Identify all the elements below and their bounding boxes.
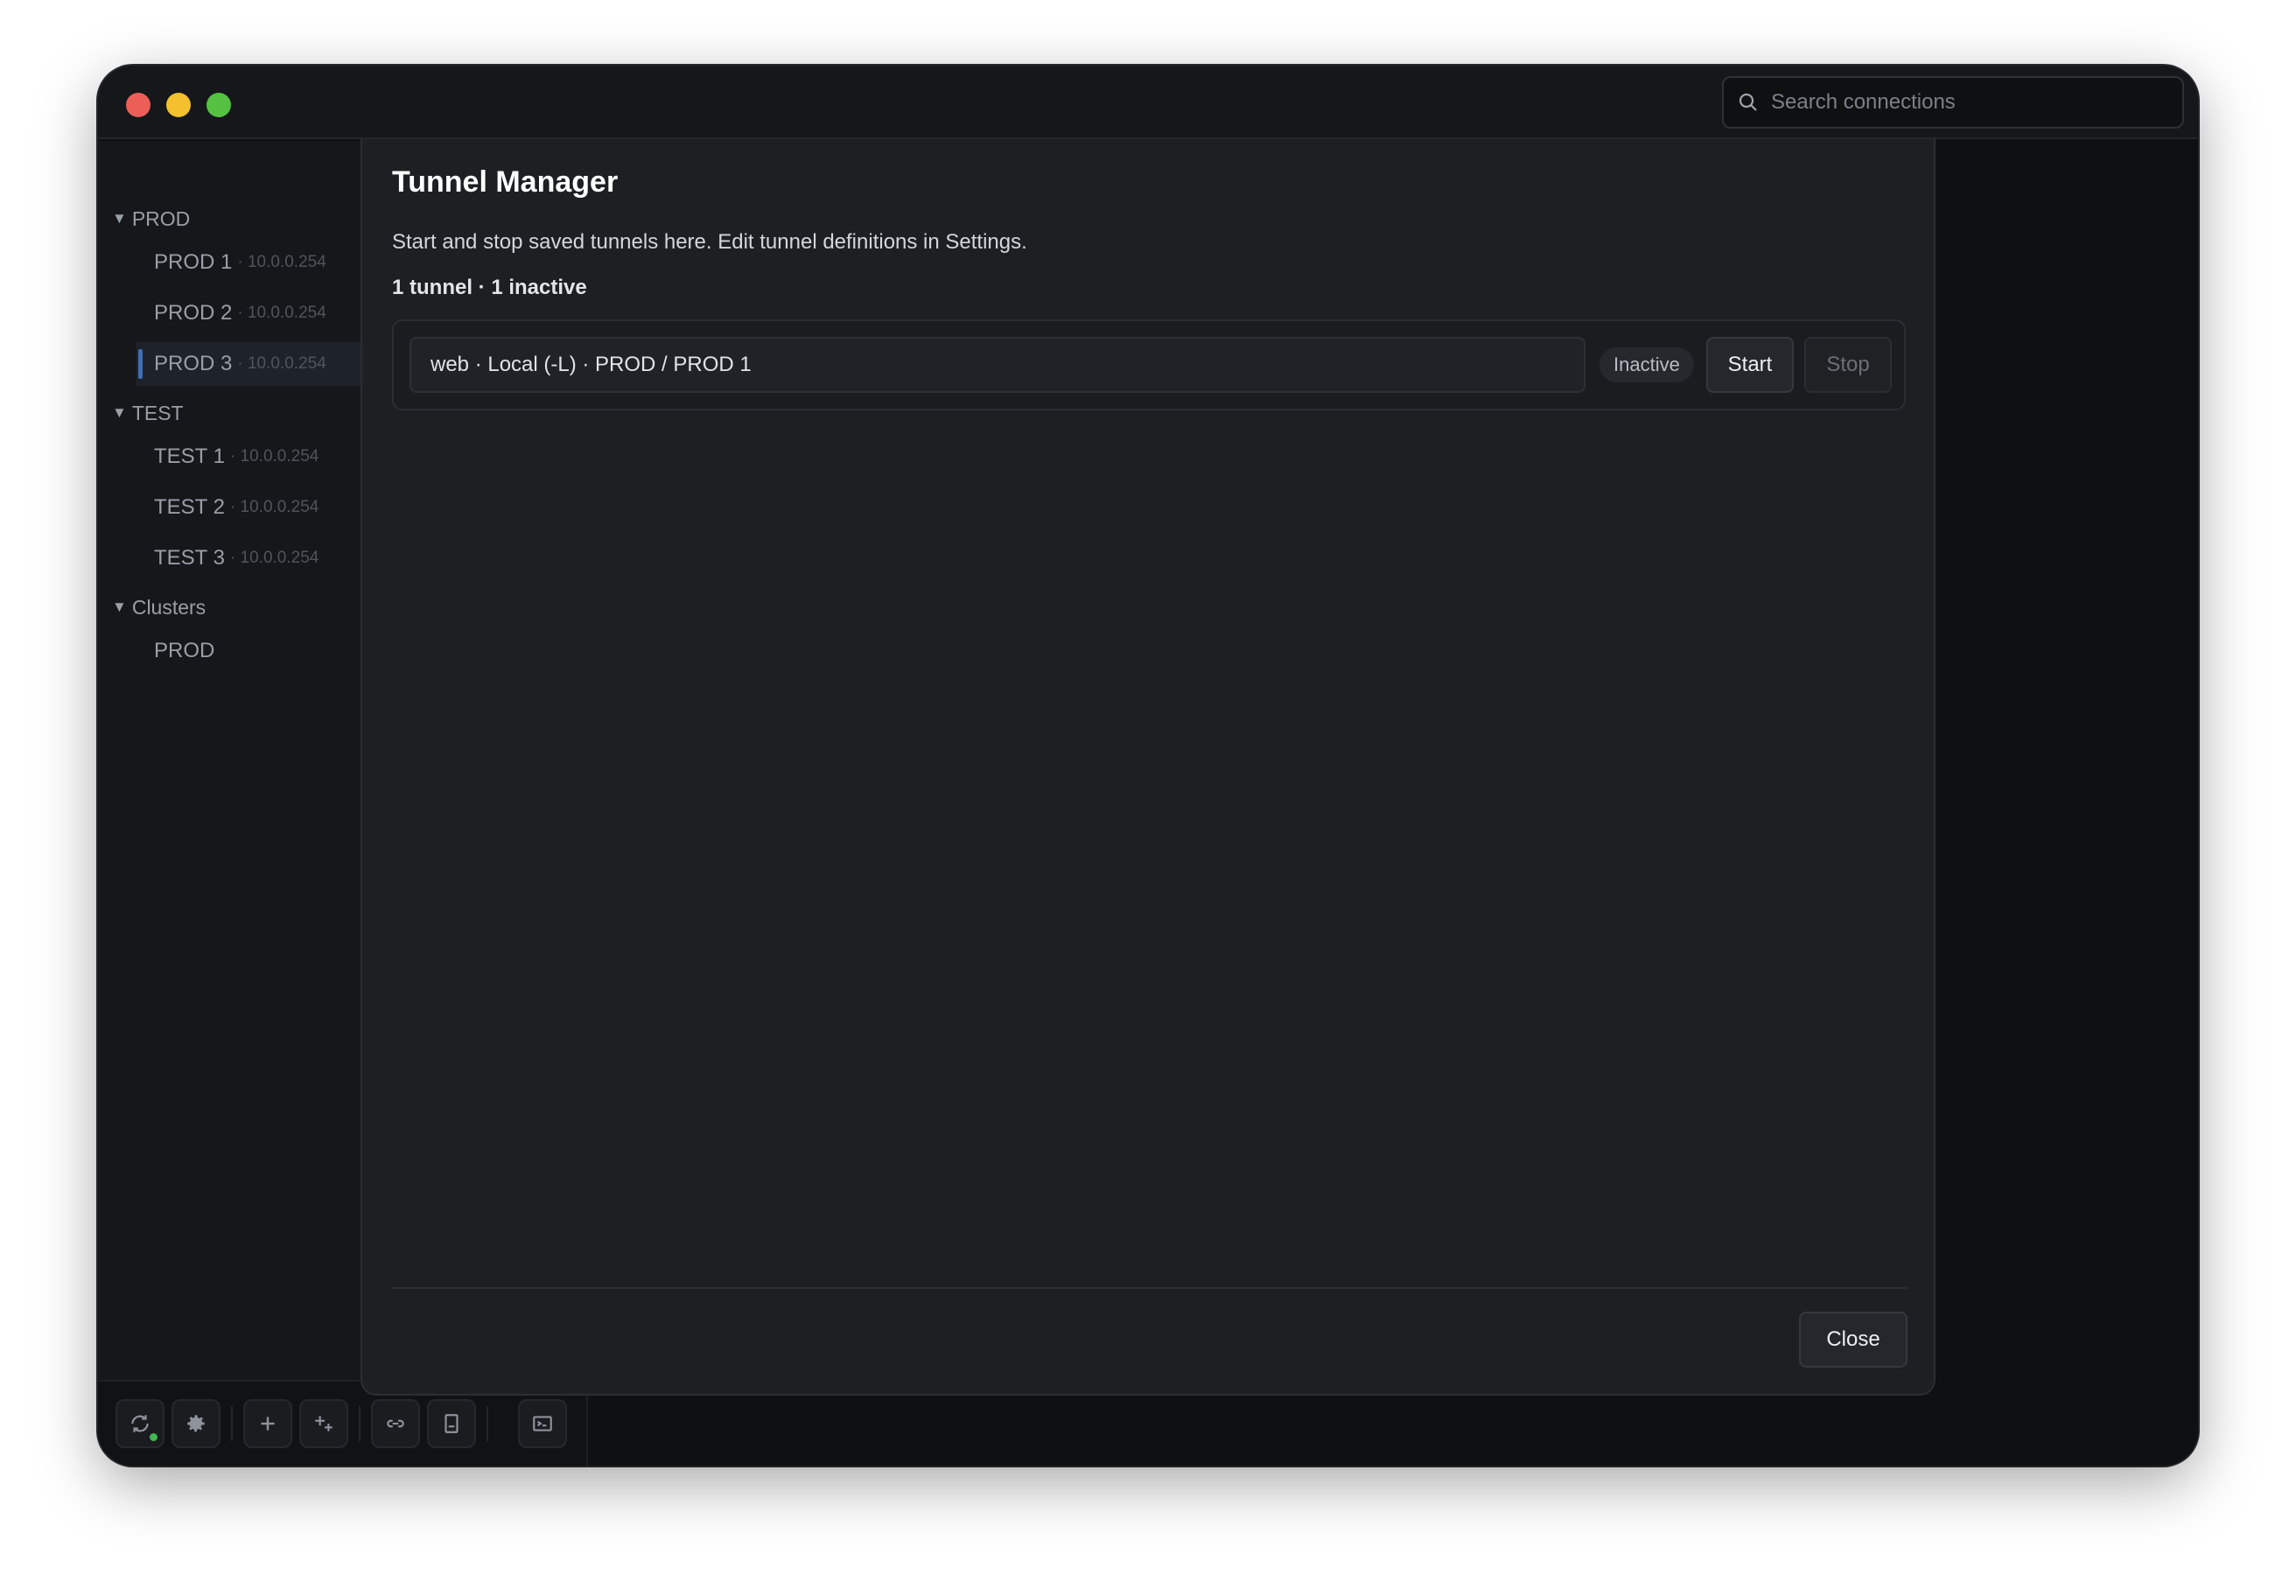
connection-name: TEST 3 — [154, 546, 225, 570]
group-header-clusters[interactable]: ▼ Clusters — [112, 592, 206, 622]
connection-name: TEST 2 — [154, 495, 225, 519]
search-input[interactable] — [1771, 90, 2156, 115]
plus-sparkle-icon — [315, 1416, 332, 1432]
footer-divider — [392, 1287, 1908, 1289]
minimize-window-button[interactable] — [166, 93, 191, 117]
connection-ip: · 10.0.0.254 — [229, 498, 319, 516]
search-box[interactable] — [1722, 76, 2184, 129]
add-group-button[interactable] — [299, 1399, 348, 1448]
connection-name: PROD 2 — [154, 301, 233, 325]
tunnel-summary: 1 tunnel · 1 inactive — [392, 276, 587, 299]
tunnel-manager-dialog: Tunnel Manager Start and stop saved tunn… — [360, 139, 1936, 1396]
titlebar — [98, 66, 2198, 139]
chevron-down-icon: ▼ — [112, 404, 127, 421]
app-window: ▼ PROD PROD 1 · 10.0.0.254 PROD 2 · 10.0… — [98, 66, 2198, 1466]
group-header-prod[interactable]: ▼ PROD — [112, 204, 190, 234]
search-icon — [1739, 93, 1757, 111]
dialog-description: Start and stop saved tunnels here. Edit … — [392, 230, 1027, 254]
connection-ip: · 10.0.0.254 — [237, 354, 326, 373]
sidebar-item-test-3[interactable]: TEST 3 · 10.0.0.254 — [136, 536, 360, 580]
sidebar-item-test-2[interactable]: TEST 2 · 10.0.0.254 — [136, 486, 360, 529]
chevron-down-icon: ▼ — [112, 210, 127, 227]
connection-ip: · 10.0.0.254 — [237, 253, 326, 271]
plus-icon — [261, 1417, 275, 1431]
toolbar-divider — [359, 1406, 360, 1441]
connection-ip: · 10.0.0.254 — [229, 447, 319, 466]
maximize-window-button[interactable] — [206, 93, 231, 117]
snippets-button[interactable] — [427, 1399, 476, 1448]
connection-ip: · 10.0.0.254 — [237, 304, 326, 322]
group-label: TEST — [131, 401, 184, 424]
sidebar-item-prod-1[interactable]: PROD 1 · 10.0.0.254 — [136, 241, 360, 284]
connection-name: PROD — [154, 639, 215, 662]
sidebar: ▼ PROD PROD 1 · 10.0.0.254 PROD 2 · 10.0… — [98, 141, 360, 1396]
start-tunnel-button[interactable]: Start — [1706, 337, 1794, 393]
chevron-down-icon: ▼ — [112, 598, 127, 615]
sync-button[interactable] — [116, 1399, 164, 1448]
toolbar-divider — [231, 1406, 233, 1441]
sidebar-item-cluster-prod[interactable]: PROD — [136, 629, 360, 673]
close-button[interactable]: Close — [1799, 1312, 1908, 1368]
sidebar-item-prod-3[interactable]: PROD 3 · 10.0.0.254 — [136, 342, 360, 386]
connection-ip: · 10.0.0.254 — [229, 549, 319, 567]
settings-button[interactable] — [172, 1399, 220, 1448]
bookmark-icon — [444, 1414, 458, 1433]
link-icon — [387, 1419, 404, 1428]
status-badge: Inactive — [1600, 347, 1694, 382]
sync-icon — [131, 1415, 149, 1432]
tunnel-description: web · Local (-L) · PROD / PROD 1 — [410, 337, 1586, 393]
connection-name: TEST 1 — [154, 444, 225, 468]
sidebar-item-test-1[interactable]: TEST 1 · 10.0.0.254 — [136, 435, 360, 479]
stop-tunnel-button[interactable]: Stop — [1804, 337, 1892, 393]
close-window-button[interactable] — [126, 93, 150, 117]
terminal-icon — [533, 1416, 552, 1432]
add-connection-button[interactable] — [243, 1399, 292, 1448]
connection-name: PROD 3 — [154, 352, 233, 375]
sidebar-item-prod-2[interactable]: PROD 2 · 10.0.0.254 — [136, 291, 360, 335]
tunnels-button[interactable] — [371, 1399, 420, 1448]
group-label: Clusters — [131, 595, 206, 619]
connection-name: PROD 1 — [154, 250, 233, 274]
toolbar-divider — [486, 1406, 488, 1441]
tunnel-row: web · Local (-L) · PROD / PROD 1 Inactiv… — [392, 319, 1906, 410]
terminal-button[interactable] — [518, 1399, 567, 1448]
dialog-title: Tunnel Manager — [392, 165, 619, 199]
sync-status-dot — [150, 1433, 158, 1441]
group-label: PROD — [131, 206, 191, 230]
gear-icon — [187, 1415, 205, 1432]
group-header-test[interactable]: ▼ TEST — [112, 398, 184, 428]
